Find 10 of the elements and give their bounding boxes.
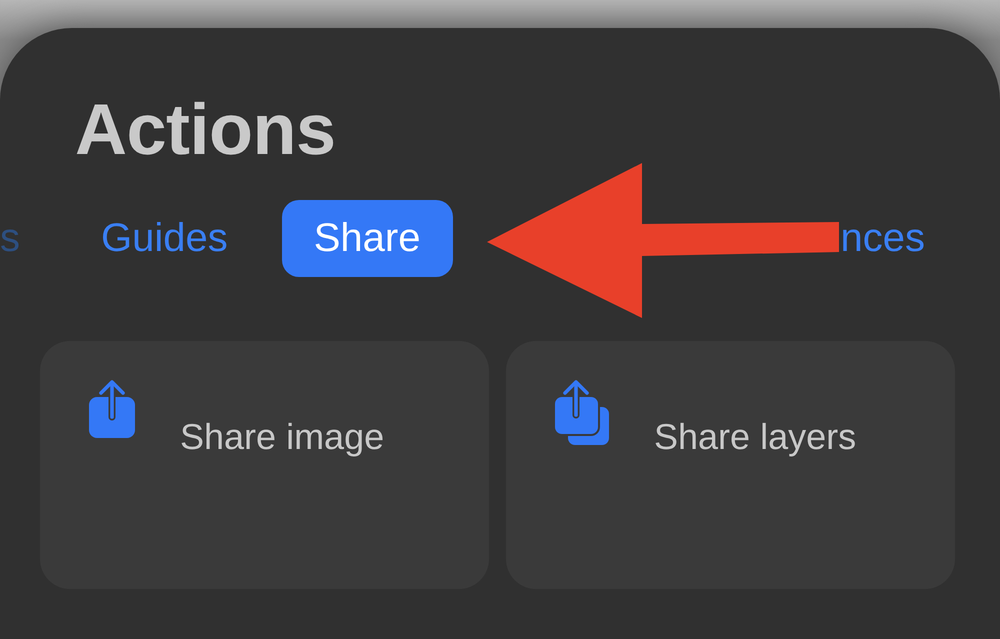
action-label: Share image: [180, 416, 384, 458]
stacked-share-icon: [554, 380, 610, 446]
action-label: Share layers: [654, 416, 856, 458]
tab[interactable]: nces: [840, 200, 957, 277]
tab[interactable]: Guides: [69, 200, 260, 277]
action-card[interactable]: Share layers: [506, 341, 955, 589]
tab[interactable]: Share: [282, 200, 452, 277]
panel-title: Actions: [75, 90, 336, 170]
action-card[interactable]: Share image: [40, 341, 489, 589]
share-icon: [88, 380, 136, 439]
